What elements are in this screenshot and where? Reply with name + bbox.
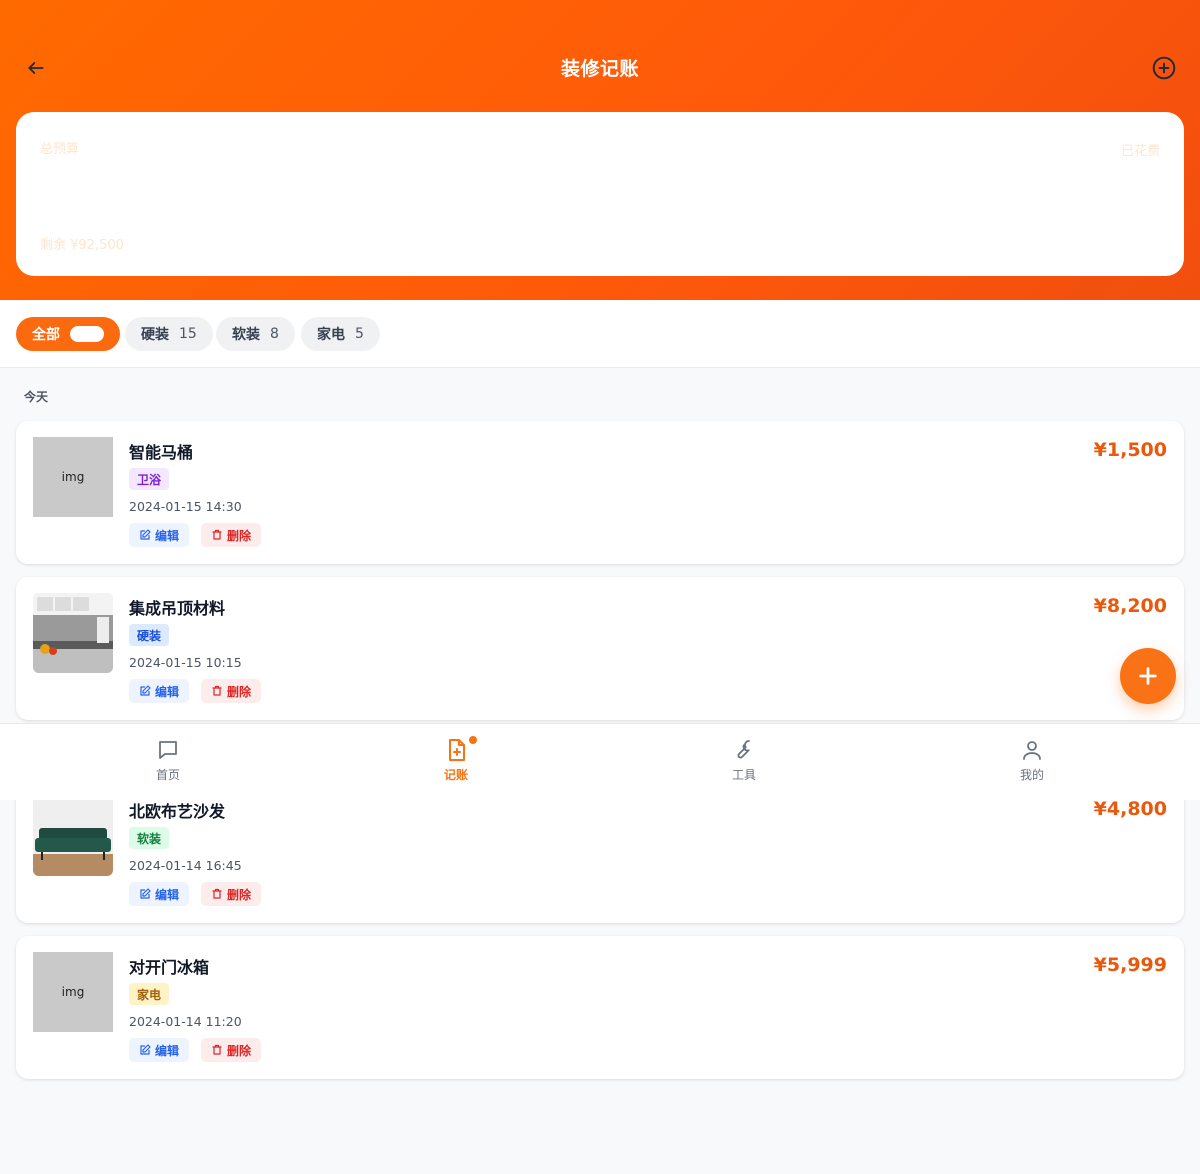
delete-button[interactable]: 删除: [201, 882, 262, 906]
nav-label: 首页: [155, 768, 180, 782]
delete-button[interactable]: 删除: [201, 679, 262, 703]
count-pill: [70, 326, 104, 342]
expense-card[interactable]: img 对开门冰箱 家电 2024-01-14 11:20 编辑 删除 ¥5,9…: [16, 936, 1184, 1079]
user-icon: [1023, 741, 1041, 760]
category-filter-bar: 全部 硬装 15 软装 8 家电 5: [0, 300, 1200, 368]
filter-label: 硬装: [141, 327, 169, 343]
delete-button[interactable]: 删除: [201, 523, 262, 547]
expense-card[interactable]: 集成吊顶材料 硬装 2024-01-15 10:15 编辑 删除 ¥8,200: [16, 577, 1184, 720]
filter-count: 5: [355, 326, 364, 342]
edit-button[interactable]: 编辑: [129, 679, 190, 703]
file-plus-icon: [449, 739, 465, 761]
item-name: 北欧布艺沙发: [129, 802, 226, 821]
nav-item-home[interactable]: 首页: [118, 738, 218, 783]
edit-button[interactable]: 编辑: [129, 882, 190, 906]
trash-icon: [212, 1044, 222, 1055]
spent-label: 已花费: [1120, 144, 1160, 159]
add-record-header-button[interactable]: [1148, 52, 1180, 84]
notification-dot: [469, 736, 477, 744]
delete-button[interactable]: 删除: [201, 1038, 262, 1062]
edit-label: 编辑: [155, 684, 180, 699]
item-timestamp: 2024-01-14 16:45: [129, 858, 242, 873]
delete-label: 删除: [227, 684, 252, 699]
filter-chip-appliance[interactable]: 家电 5: [301, 317, 380, 351]
filter-label: 全部: [32, 327, 60, 343]
delete-label: 删除: [227, 528, 252, 543]
delete-label: 删除: [227, 1043, 252, 1058]
item-image-kitchen: [33, 593, 113, 673]
sofa-photo: [33, 796, 113, 876]
item-name: 集成吊顶材料: [129, 599, 226, 618]
chat-icon: [159, 741, 177, 759]
item-name: 对开门冰箱: [129, 958, 210, 977]
edit-button[interactable]: 编辑: [129, 523, 190, 547]
app-screen: 装修记账 总预算 已花费 剩余 ¥92,500 全部 硬装 15 软装 8 家电…: [0, 0, 1200, 1174]
remaining-amount: 剩余 ¥92,500: [40, 238, 124, 253]
item-image-placeholder: img: [33, 952, 113, 1032]
filter-chip-hard[interactable]: 硬装 15: [125, 317, 213, 351]
nav-item-tools[interactable]: 工具: [694, 738, 794, 783]
nav-item-bookkeeping[interactable]: 记账: [406, 736, 506, 783]
section-header-today: 今天: [24, 390, 49, 404]
trash-icon: [212, 888, 222, 899]
item-timestamp: 2024-01-15 14:30: [129, 499, 242, 514]
header: 装修记账 总预算 已花费 剩余 ¥92,500: [0, 0, 1200, 300]
nav-label: 记账: [443, 768, 468, 782]
edit-icon: [140, 1044, 151, 1055]
edit-label: 编辑: [155, 887, 180, 902]
item-price: ¥4,800: [1093, 798, 1167, 820]
item-timestamp: 2024-01-15 10:15: [129, 655, 242, 670]
item-image-placeholder: img: [33, 437, 113, 517]
edit-icon: [140, 685, 151, 696]
edit-button[interactable]: 编辑: [129, 1038, 190, 1062]
item-name: 智能马桶: [129, 443, 194, 462]
item-price: ¥5,999: [1093, 954, 1167, 976]
plus-circle-icon: [1152, 56, 1176, 80]
budget-card: 总预算 已花费 剩余 ¥92,500: [16, 112, 1184, 276]
expense-card[interactable]: 北欧布艺沙发 软装 2024-01-14 16:45 编辑 删除 ¥4,800: [16, 780, 1184, 923]
filter-label: 软装: [232, 327, 260, 343]
category-tag: 软装: [129, 827, 170, 849]
trash-icon: [212, 685, 222, 696]
wrench-icon: [737, 740, 750, 759]
filter-count: 8: [270, 326, 279, 342]
nav-label: 我的: [1019, 768, 1044, 782]
filter-chip-soft[interactable]: 软装 8: [216, 317, 295, 351]
kitchen-photo: [33, 593, 113, 673]
item-timestamp: 2024-01-14 11:20: [129, 1014, 242, 1029]
add-record-fab[interactable]: [1120, 648, 1176, 704]
filter-label: 家电: [317, 327, 345, 343]
expense-card[interactable]: img 智能马桶 卫浴 2024-01-15 14:30 编辑 删除 ¥1,50…: [16, 421, 1184, 564]
bottom-navigation: 首页 记账 工具 我的: [0, 723, 1200, 800]
filter-chip-all[interactable]: 全部: [16, 317, 120, 351]
trash-icon: [212, 529, 222, 540]
total-budget-label: 总预算: [40, 142, 80, 157]
category-tag: 硬装: [129, 624, 170, 646]
category-tag: 卫浴: [129, 468, 170, 490]
edit-icon: [140, 529, 151, 540]
plus-icon: [1139, 667, 1157, 685]
page-title: 装修记账: [560, 58, 639, 80]
edit-icon: [140, 888, 151, 899]
filter-count: 15: [179, 326, 197, 342]
item-price: ¥8,200: [1093, 595, 1167, 617]
edit-label: 编辑: [155, 528, 180, 543]
delete-label: 删除: [227, 887, 252, 902]
nav-label: 工具: [731, 768, 756, 782]
category-tag: 家电: [129, 983, 170, 1005]
item-image-sofa: [33, 796, 113, 876]
nav-item-profile[interactable]: 我的: [982, 738, 1082, 783]
edit-label: 编辑: [155, 1043, 180, 1058]
item-price: ¥1,500: [1093, 439, 1167, 461]
